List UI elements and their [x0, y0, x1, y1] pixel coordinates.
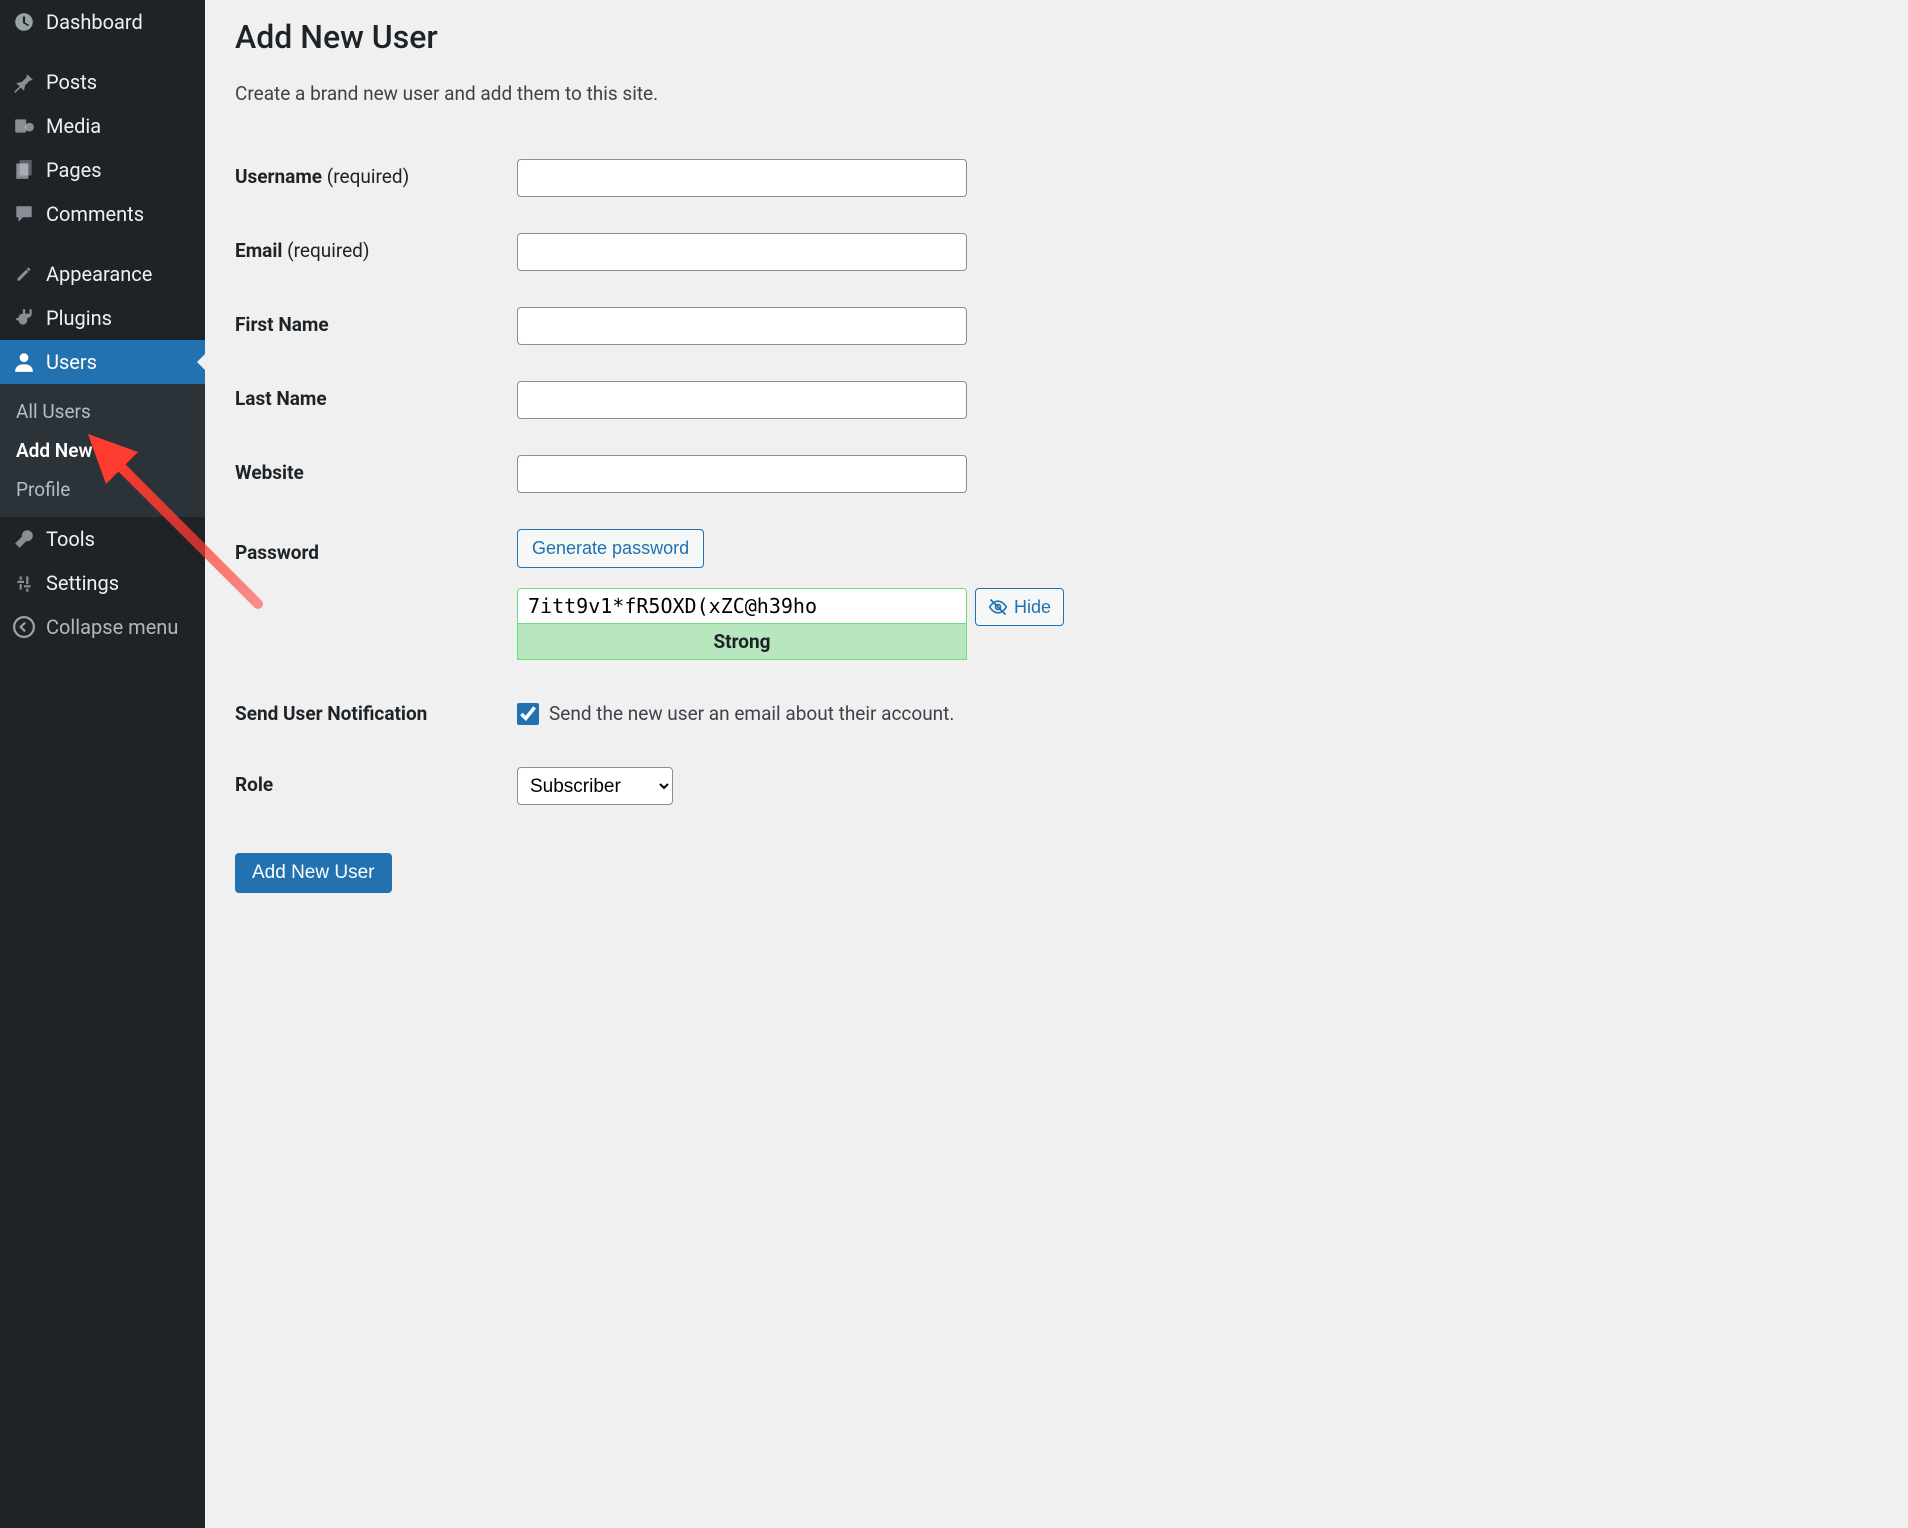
sidebar-item-label: Users — [46, 350, 97, 374]
email-label: Email — [235, 239, 282, 262]
email-required: (required) — [287, 239, 369, 262]
generate-password-button[interactable]: Generate password — [517, 529, 704, 568]
sidebar-item-label: Plugins — [46, 306, 112, 330]
sidebar-item-label: Comments — [46, 202, 144, 226]
pages-icon — [12, 158, 36, 182]
page-description: Create a brand new user and add them to … — [235, 82, 1878, 105]
notification-checkbox-row[interactable]: Send the new user an email about their a… — [517, 702, 1868, 725]
collapse-icon — [12, 615, 36, 639]
website-input[interactable] — [517, 455, 967, 493]
username-required: (required) — [327, 165, 409, 188]
sidebar-item-label: Settings — [46, 571, 119, 595]
sidebar-item-appearance[interactable]: Appearance — [0, 252, 205, 296]
sidebar-item-users[interactable]: Users — [0, 340, 205, 384]
submenu-item-add-new[interactable]: Add New — [0, 431, 205, 470]
collapse-label: Collapse menu — [46, 615, 178, 639]
pin-icon — [12, 70, 36, 94]
sidebar-item-posts[interactable]: Posts — [0, 60, 205, 104]
notification-checkbox-label: Send the new user an email about their a… — [549, 702, 954, 725]
plugins-icon — [12, 306, 36, 330]
submenu-item-all-users[interactable]: All Users — [0, 392, 205, 431]
last-name-input[interactable] — [517, 381, 967, 419]
email-input[interactable] — [517, 233, 967, 271]
sidebar-item-label: Media — [46, 114, 101, 138]
settings-icon — [12, 571, 36, 595]
website-label: Website — [235, 461, 304, 484]
users-submenu: All Users Add New Profile — [0, 384, 205, 517]
sidebar-item-pages[interactable]: Pages — [0, 148, 205, 192]
media-icon — [12, 114, 36, 138]
role-label: Role — [235, 773, 273, 796]
dashboard-icon — [12, 10, 36, 34]
comments-icon — [12, 202, 36, 226]
users-icon — [12, 350, 36, 374]
notification-label: Send User Notification — [235, 702, 427, 725]
sidebar-item-label: Pages — [46, 158, 102, 182]
eye-slash-icon — [988, 597, 1008, 617]
admin-sidebar: Dashboard Posts Media Pages Commen — [0, 0, 205, 1528]
submenu-item-profile[interactable]: Profile — [0, 470, 205, 509]
sidebar-item-label: Tools — [46, 527, 95, 551]
last-name-label: Last Name — [235, 387, 327, 410]
sidebar-item-label: Posts — [46, 70, 97, 94]
main-content: Add New User Create a brand new user and… — [205, 0, 1908, 1528]
sidebar-item-dashboard[interactable]: Dashboard — [0, 0, 205, 44]
first-name-input[interactable] — [517, 307, 967, 345]
password-label: Password — [235, 541, 319, 564]
sidebar-item-plugins[interactable]: Plugins — [0, 296, 205, 340]
hide-password-button[interactable]: Hide — [975, 588, 1064, 626]
add-user-form: Username (required) Email (required) Fir… — [235, 141, 1878, 823]
sidebar-item-label: Appearance — [46, 262, 152, 286]
sidebar-item-tools[interactable]: Tools — [0, 517, 205, 561]
password-input[interactable] — [517, 588, 967, 624]
sidebar-item-label: Dashboard — [46, 10, 143, 34]
sidebar-item-media[interactable]: Media — [0, 104, 205, 148]
notification-checkbox[interactable] — [517, 703, 539, 725]
first-name-label: First Name — [235, 313, 329, 336]
appearance-icon — [12, 262, 36, 286]
role-select[interactable]: Subscriber — [517, 767, 673, 805]
sidebar-item-comments[interactable]: Comments — [0, 192, 205, 236]
collapse-menu[interactable]: Collapse menu — [0, 605, 205, 649]
tools-icon — [12, 527, 36, 551]
sidebar-item-settings[interactable]: Settings — [0, 561, 205, 605]
username-label: Username — [235, 165, 322, 188]
add-new-user-button[interactable]: Add New User — [235, 853, 392, 893]
hide-button-label: Hide — [1014, 597, 1051, 618]
username-input[interactable] — [517, 159, 967, 197]
page-title: Add New User — [235, 18, 1878, 56]
password-strength: Strong — [517, 624, 967, 660]
